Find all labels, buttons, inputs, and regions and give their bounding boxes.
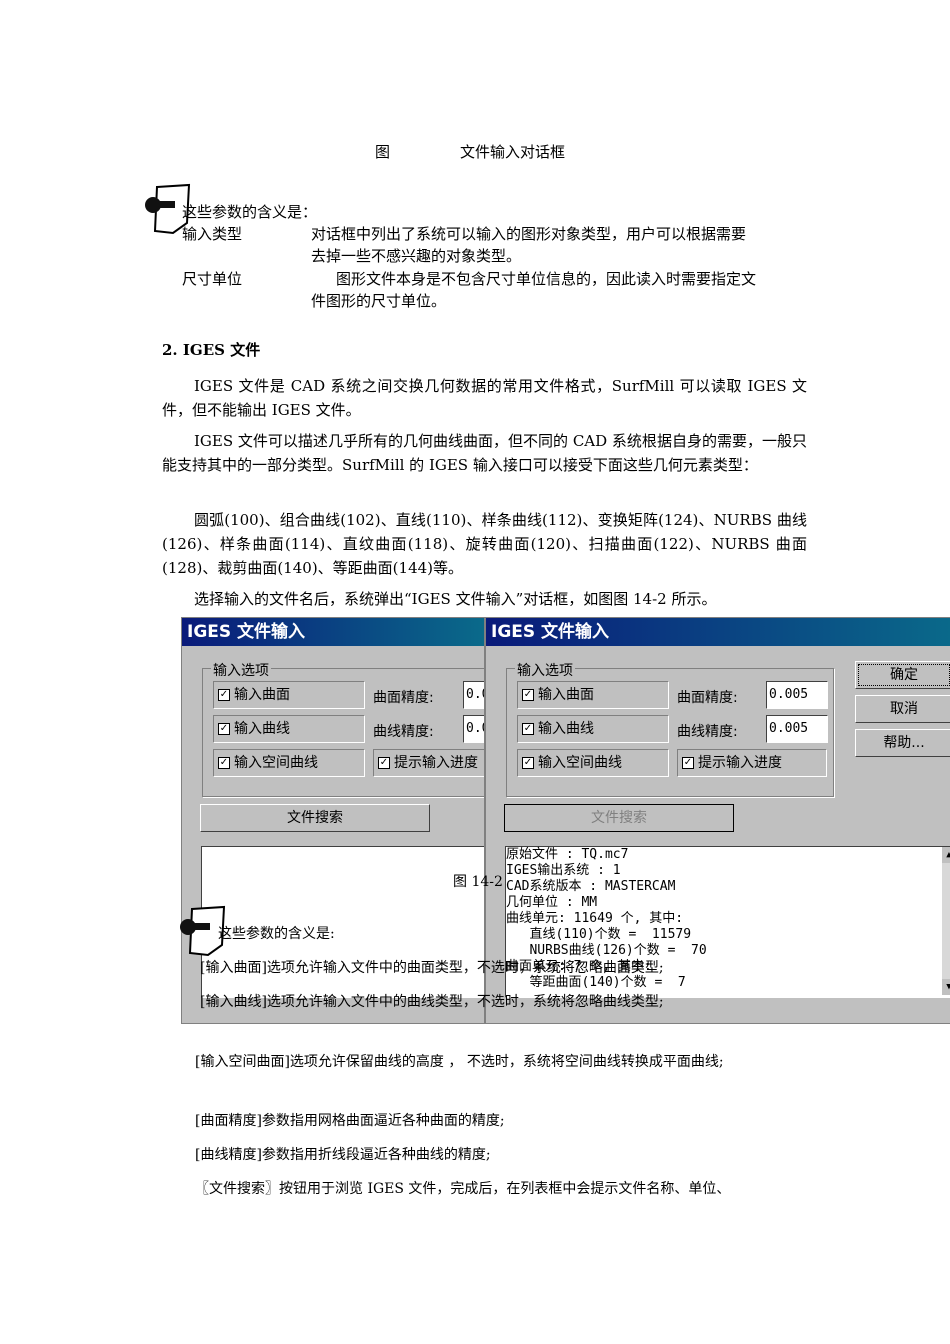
label: 提示输入进度 (394, 755, 478, 771)
surface-tolerance-input[interactable]: 0.005 (766, 681, 828, 709)
paragraph: 〖文件搜索〗按钮用于浏览 IGES 文件，完成后，在列表框中会提示文件名称、单位… (195, 1181, 731, 1197)
label: 输入空间曲线 (538, 755, 622, 771)
dialog-title: IGES 文件输入 (486, 618, 950, 646)
label: 输入曲面 (234, 687, 290, 703)
label: 曲线精度: (677, 724, 738, 740)
figure-label: 图 (375, 143, 391, 161)
term: 输入类型 (182, 225, 243, 243)
list-item: 直线(110)个数 = 11579 (506, 927, 692, 942)
scroll-down-icon[interactable]: ▼ (942, 979, 950, 995)
ok-button[interactable]: 确定 (855, 661, 950, 689)
document-page: 图 文件输入对话框 这些参数的含义是： 输入类型 对话框中列出了系统可以输入的图… (0, 0, 950, 1344)
list-item: 几何单位 : MM (506, 895, 598, 910)
paragraph: IGES 文件可以描述几乎所有的几何曲线曲面，但不同的 CAD 系统根据自身的需… (162, 432, 807, 474)
note-item: [输入曲线]选项允许输入文件中的曲线类型，不选时，系统将忽略曲线类型; (200, 994, 664, 1010)
scrollbar[interactable]: ▲ ▼ (942, 847, 950, 995)
curve-tolerance-input[interactable]: 0.0 (463, 715, 484, 743)
input-options-group: 输入选项 ✓ 输入曲面 ✓ 输入曲线 ✓ 输入空间曲线 曲面精度: 曲线精度: 0.0… (506, 660, 834, 797)
label: 输入曲线 (234, 721, 290, 737)
list-item: CAD系统版本 : MASTERCAM (506, 879, 676, 894)
desc: 去掉一些不感兴趣的对象类型。 (311, 247, 522, 265)
help-button[interactable]: 帮助... (855, 729, 950, 757)
progress-checkbox[interactable]: ✓ 提示输入进度 (373, 749, 484, 777)
label: 提示输入进度 (698, 755, 782, 771)
input-options-group: 输入选项 ✓ 输入曲面 ✓ 输入曲线 ✓ 输入空间曲线 曲面精度: 曲线精度: 0.0… (202, 660, 484, 797)
curve-tolerance-input[interactable]: 0.005 (766, 715, 828, 743)
paragraph: [输入空间曲面]选项允许保留曲线的高度 ， 不选时，系统将空间曲线转换成平面曲线… (195, 1054, 724, 1070)
dialog-title: IGES 文件输入 (182, 618, 484, 646)
list-item: 等距曲面(140)个数 = 7 (506, 975, 686, 990)
progress-checkbox[interactable]: ✓ 提示输入进度 (677, 749, 827, 777)
paragraph: IGES 文件是 CAD 系统之间交换几何数据的常用文件格式，SurfMill … (162, 377, 807, 419)
paragraph: [曲线精度]参数指用折线段逼近各种曲线的精度; (195, 1147, 491, 1163)
check-icon: ✓ (378, 757, 390, 769)
check-icon: ✓ (218, 689, 230, 701)
check-icon: ✓ (522, 723, 534, 735)
list-item: 曲线单元: 11649 个, 其中: (506, 911, 684, 926)
cancel-button[interactable]: 取消 (855, 695, 950, 723)
curve-checkbox[interactable]: ✓ 输入曲线 (213, 715, 365, 743)
group-label: 输入选项 (211, 660, 271, 680)
desc: 图形文件本身是不包含尺寸单位信息的，因此读入时需要指定文 (336, 270, 757, 288)
label: 输入曲线 (538, 721, 594, 737)
desc: 对话框中列出了系统可以输入的图形对象类型，用户可以根据需要 (311, 225, 747, 243)
figure-number: 图 14-2 (453, 874, 503, 890)
curve-checkbox[interactable]: ✓ 输入曲线 (517, 715, 669, 743)
group-label: 输入选项 (515, 660, 575, 680)
list-item: IGES输出系统 : 1 (506, 863, 621, 878)
check-icon: ✓ (218, 723, 230, 735)
file-search-button[interactable]: 文件搜索 (200, 804, 430, 832)
label: 曲面精度: (373, 690, 434, 706)
space-curve-checkbox[interactable]: ✓ 输入空间曲线 (517, 749, 669, 777)
label: 曲面精度: (677, 690, 738, 706)
figure-caption: 文件输入对话框 (460, 143, 566, 161)
paragraph: [曲面精度]参数指用网格曲面逼近各种曲面的精度; (195, 1113, 505, 1129)
section-heading: 2. IGES 文件 (162, 341, 261, 359)
note-intro: 这些参数的含义是: (218, 926, 335, 942)
surface-checkbox[interactable]: ✓ 输入曲面 (213, 681, 365, 709)
list-item: 原始文件 : TQ.mc7 (506, 847, 629, 862)
label: 输入空间曲线 (234, 755, 318, 771)
paragraph: 选择输入的文件名后，系统弹出“IGES 文件输入”对话框，如图图 14-2 所示… (194, 590, 717, 608)
note-item: [输入曲面]选项允许输入文件中的曲面类型，不选时，系统将忽略曲面类型; (200, 960, 664, 976)
surface-checkbox[interactable]: ✓ 输入曲面 (517, 681, 669, 709)
space-curve-checkbox[interactable]: ✓ 输入空间曲线 (213, 749, 365, 777)
check-icon: ✓ (218, 757, 230, 769)
desc: 件图形的尺寸单位。 (311, 292, 447, 310)
check-icon: ✓ (682, 757, 694, 769)
check-icon: ✓ (522, 689, 534, 701)
file-search-button[interactable]: 文件搜索 (504, 804, 734, 832)
label: 曲线精度: (373, 724, 434, 740)
surface-tolerance-input[interactable]: 0.0 (463, 681, 484, 709)
check-icon: ✓ (522, 757, 534, 769)
paragraph: 圆弧(100)、组合曲线(102)、直线(110)、样条曲线(112)、变换矩阵… (162, 511, 807, 577)
term: 尺寸单位 (182, 270, 243, 288)
scroll-up-icon[interactable]: ▲ (942, 847, 950, 863)
note-intro: 这些参数的含义是： (182, 203, 318, 221)
label: 输入曲面 (538, 687, 594, 703)
